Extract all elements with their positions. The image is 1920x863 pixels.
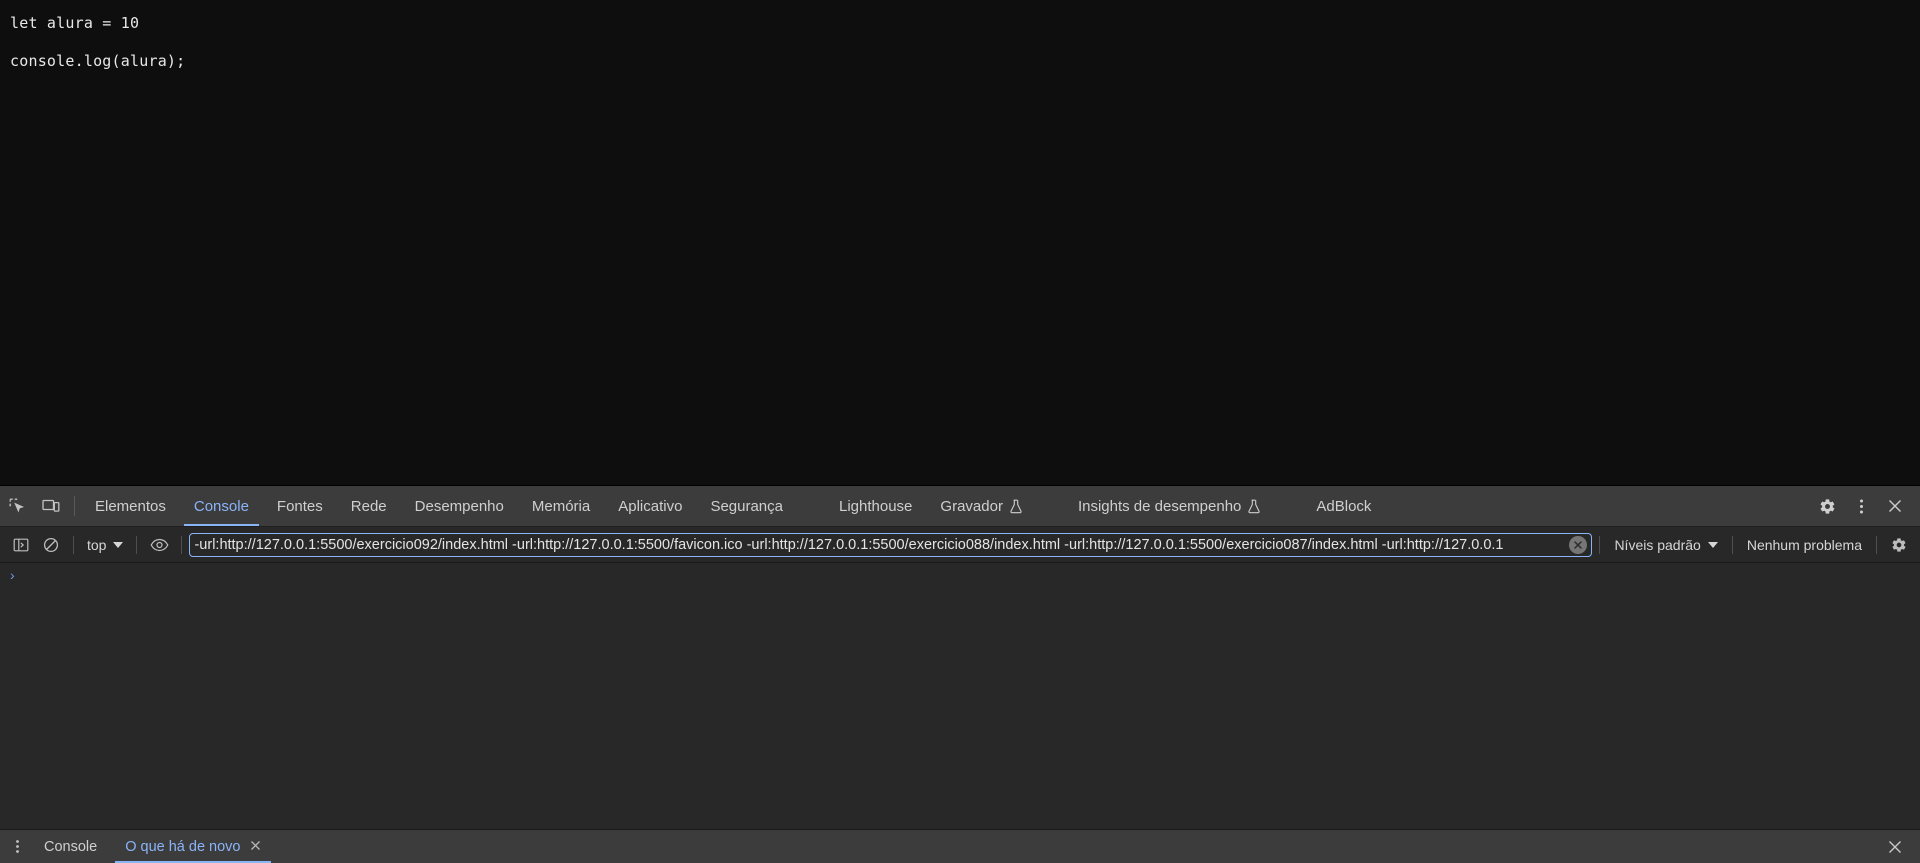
kebab-menu-icon[interactable] (1844, 498, 1878, 515)
close-icon[interactable] (1880, 830, 1910, 863)
drawer-tab-label: Console (44, 838, 98, 855)
tab-aplicativo[interactable]: Aplicativo (604, 486, 696, 526)
devtools-tabbar: Elementos Console Fontes Rede Desempenho… (0, 486, 1920, 527)
tab-rede[interactable]: Rede (337, 486, 401, 526)
tab-label: Aplicativo (618, 497, 683, 515)
console-sidebar-icon[interactable] (6, 531, 36, 559)
drawer-actions (1880, 830, 1920, 863)
tab-label: Gravador (940, 497, 1003, 515)
tab-fontes[interactable]: Fontes (263, 486, 337, 526)
console-filter-input[interactable] (194, 536, 1570, 553)
tab-label: Rede (350, 497, 387, 515)
prompt-chevron-icon: › (10, 567, 15, 583)
tabbar-divider (74, 496, 75, 516)
toolbar-divider-2 (136, 535, 138, 554)
tabbar-spacer-2 (1036, 486, 1064, 526)
tab-adblock[interactable]: AdBlock (1302, 486, 1385, 526)
tab-label: Fontes (276, 497, 323, 515)
toolbar-divider-5 (1731, 535, 1733, 554)
experiment-flask-icon (1009, 499, 1022, 514)
tabbar-spacer-3 (1274, 486, 1302, 526)
clear-input-icon[interactable] (1569, 535, 1588, 554)
live-expression-icon[interactable] (144, 531, 174, 559)
drawer-tab-o-que-ha-de-novo[interactable]: O que há de novo (111, 830, 274, 863)
close-icon[interactable] (1878, 498, 1912, 514)
tab-memoria[interactable]: Memória (518, 486, 604, 526)
tab-lighthouse[interactable]: Lighthouse (825, 486, 926, 526)
tabbar-actions (1797, 486, 1920, 526)
device-toolbar-icon[interactable] (34, 486, 68, 526)
console-prompt-row[interactable]: › (0, 563, 1920, 587)
page-viewport: let alura = 10 console.log(alura); (0, 0, 1920, 485)
drawer-tab-label: O que há de novo (125, 838, 241, 855)
tab-label: Insights de desempenho (1077, 497, 1242, 515)
devtools-panel: Elementos Console Fontes Rede Desempenho… (0, 485, 1920, 863)
tab-label: Segurança (710, 497, 783, 515)
gear-icon[interactable] (1810, 498, 1844, 515)
tab-label: Lighthouse (839, 497, 913, 515)
tab-desempenho[interactable]: Desempenho (401, 486, 518, 526)
log-levels-select[interactable]: Níveis padrão (1607, 534, 1724, 556)
console-input[interactable] (23, 568, 1920, 584)
page-code-line-2: console.log(alura); (10, 52, 186, 70)
drawer-tabbar: Console O que há de novo (0, 829, 1920, 863)
kebab-menu-icon[interactable] (4, 830, 30, 863)
tab-gravador[interactable]: Gravador (926, 486, 1036, 526)
console-filter[interactable] (189, 532, 1593, 557)
close-icon[interactable] (250, 839, 261, 854)
log-levels-label: Níveis padrão (1614, 536, 1701, 553)
toolbar-divider-1 (73, 535, 74, 554)
console-output-area[interactable]: › (0, 563, 1920, 829)
chevron-down-icon (1707, 541, 1718, 548)
drawer-tab-console[interactable]: Console (30, 830, 111, 863)
toolbar-divider-6 (1876, 535, 1877, 554)
toolbar-divider-3 (181, 535, 183, 554)
inspect-element-icon[interactable] (0, 486, 34, 526)
console-toolbar: top Níveis padrão Nenhum proble (0, 527, 1920, 563)
experiment-flask-icon (1247, 499, 1261, 514)
issues-counter[interactable]: Nenhum problema (1740, 534, 1869, 556)
execution-context-select[interactable]: top (81, 534, 129, 556)
page-code-line-1: let alura = 10 (10, 14, 140, 32)
tab-console[interactable]: Console (180, 486, 263, 526)
tab-label: AdBlock (1316, 497, 1372, 515)
toolbar-divider-4 (1599, 535, 1601, 554)
tab-label: Console (193, 497, 249, 515)
tab-label: Elementos (95, 497, 166, 515)
tab-label: Memória (531, 497, 591, 515)
tab-seguranca[interactable]: Segurança (696, 486, 797, 526)
clear-console-icon[interactable] (36, 531, 66, 559)
gear-icon[interactable] (1884, 531, 1914, 559)
chevron-down-icon (113, 541, 124, 548)
execution-context-value: top (87, 536, 107, 553)
tabbar-spacer-1 (797, 486, 825, 526)
tab-label: Desempenho (414, 497, 504, 515)
tab-insights-de-desempenho[interactable]: Insights de desempenho (1064, 486, 1274, 526)
tab-elementos[interactable]: Elementos (81, 486, 180, 526)
